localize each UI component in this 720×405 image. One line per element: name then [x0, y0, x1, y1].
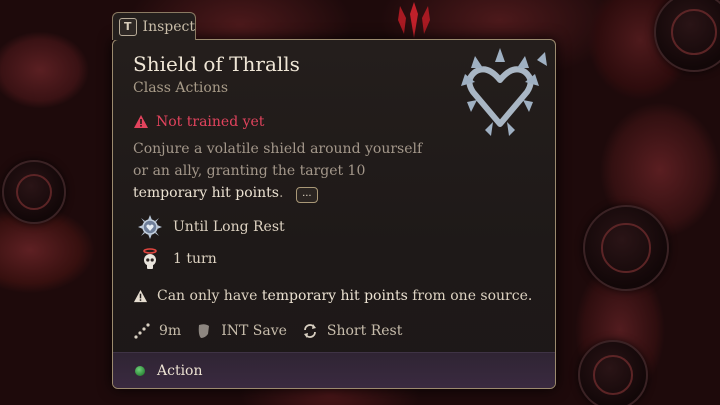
disc-glyph-icon	[671, 9, 717, 55]
disc-glyph-icon	[16, 174, 52, 210]
turns-label: 1 turn	[173, 251, 217, 267]
background-ability-disc	[583, 205, 669, 291]
disc-glyph-icon	[593, 355, 633, 395]
temporary-hit-points-link[interactable]: temporary hit points	[262, 288, 408, 304]
disc-glyph-icon	[601, 223, 651, 273]
action-cost-label: Action	[157, 362, 203, 379]
note-suffix: from one source.	[407, 288, 533, 304]
save-property: INT Save	[195, 322, 287, 340]
green-dot-icon	[135, 365, 145, 376]
warning-text: Not trained yet	[156, 114, 265, 130]
turns-row: 1 turn	[137, 246, 217, 272]
spiked-emblem-icon	[138, 215, 162, 239]
note-text: Can only have temporary hit points from …	[157, 288, 532, 304]
inspect-tab[interactable]: T Inspect	[112, 12, 196, 40]
background-ability-disc	[2, 160, 66, 224]
note-prefix: Can only have	[157, 288, 262, 304]
dotted-line-icon	[134, 323, 150, 339]
source-note: Can only have temporary hit points from …	[133, 288, 532, 304]
inspect-label: Inspect	[142, 18, 195, 35]
spell-properties: 9m INT Save Short Rest	[133, 322, 402, 340]
refresh-arrows-icon	[303, 324, 316, 338]
description-line: or an ally, granting the target 10	[133, 163, 366, 179]
recharge-value: Short Rest	[326, 323, 403, 339]
red-rune-emblem-icon	[398, 2, 430, 38]
temporary-hit-points-link[interactable]: temporary hit points	[133, 185, 279, 201]
not-trained-warning: Not trained yet	[133, 114, 264, 130]
duration-label: Until Long Rest	[173, 219, 285, 235]
keybind-t-icon: T	[119, 17, 137, 36]
background-ability-disc	[578, 340, 648, 405]
expand-description-button[interactable]: ...	[295, 187, 318, 203]
skull-halo-icon	[143, 248, 157, 269]
range-property: 9m	[133, 322, 181, 340]
spell-category: Class Actions	[133, 80, 229, 96]
spiked-heart-icon	[461, 48, 547, 136]
description-line: Conjure a volatile shield around yoursel…	[133, 141, 423, 157]
spell-description: Conjure a volatile shield around yoursel…	[133, 138, 423, 204]
warning-triangle-icon	[133, 289, 148, 302]
shield-small-icon	[198, 324, 210, 338]
spell-title: Shield of Thralls	[133, 52, 300, 76]
save-value: INT Save	[221, 323, 287, 339]
description-tail: .	[278, 185, 284, 201]
duration-row: Until Long Rest	[137, 214, 285, 240]
range-value: 9m	[159, 323, 182, 339]
action-cost-bar: Action	[113, 352, 555, 388]
recharge-property: Short Rest	[301, 322, 402, 340]
warning-triangle-icon	[134, 115, 148, 128]
spell-tooltip: Shield of Thralls Class Actions Not trai…	[112, 39, 556, 389]
